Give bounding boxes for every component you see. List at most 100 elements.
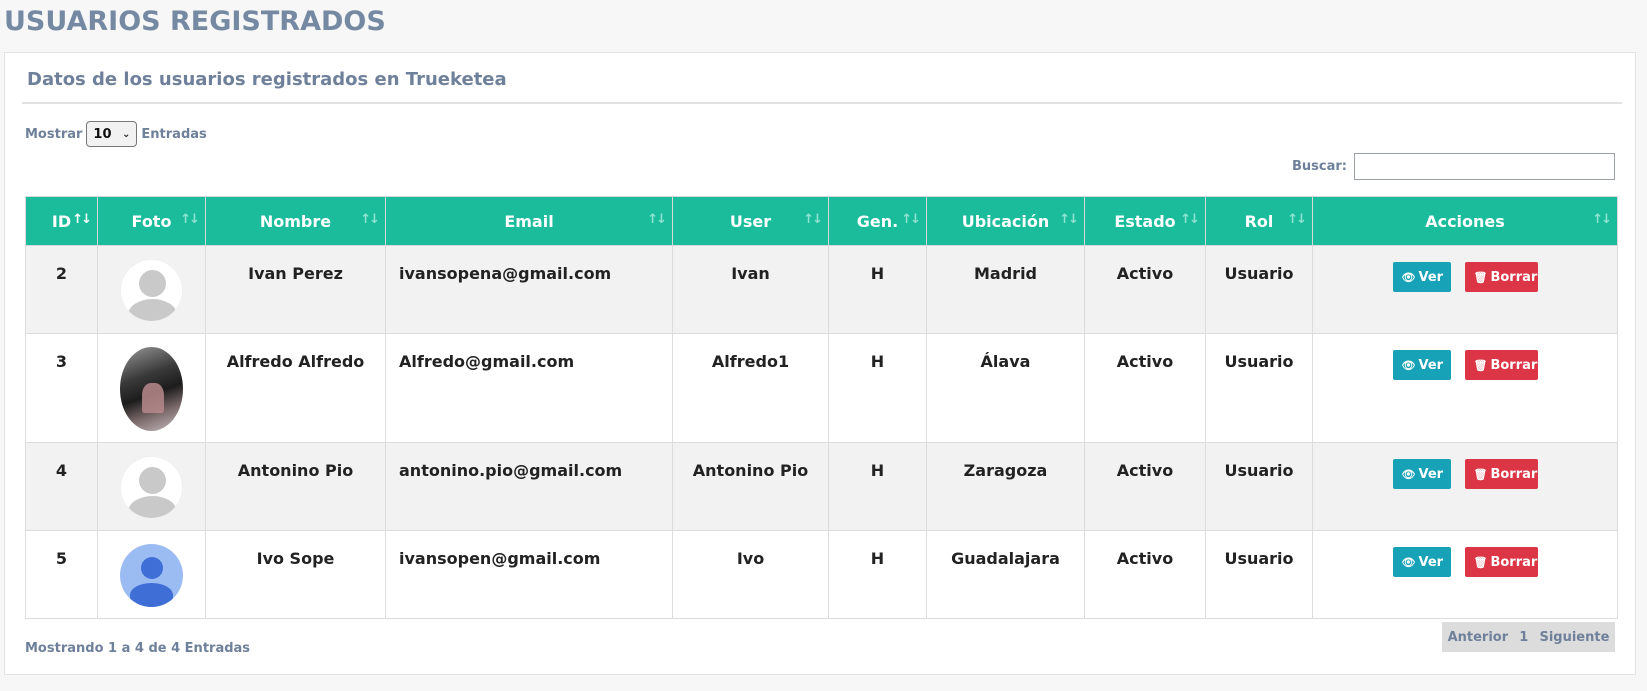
- delete-button-label: Borrar: [1490, 554, 1538, 570]
- cell-rol: Usuario: [1205, 530, 1313, 619]
- table-header-row: ID ↑↓ Foto ↑↓ Nombre ↑↓ Email ↑↓ User ↑↓ Gen. ↑↓ Ubi…: [25, 196, 1618, 246]
- cell-nombre: Ivan Perez: [205, 245, 386, 334]
- entries-select[interactable]: 10 ⌄: [86, 121, 138, 147]
- cell-email: ivansopen@gmail.com: [385, 530, 673, 619]
- sort-icon[interactable]: ↑↓: [360, 212, 380, 227]
- column-header-label: Rol: [1244, 211, 1274, 231]
- avatar: [120, 544, 183, 607]
- chevron-down-icon: ⌄: [122, 128, 131, 140]
- cell-estado: Activo: [1084, 245, 1206, 334]
- pagination: Anterior 1 Siguiente: [1442, 622, 1615, 652]
- delete-button-label: Borrar: [1490, 269, 1538, 285]
- cell-user: Antonino Pio: [672, 442, 829, 531]
- view-button-label: Ver: [1418, 357, 1444, 373]
- sort-icon[interactable]: ↑↓: [1592, 212, 1612, 227]
- cell-id: 2: [25, 245, 98, 334]
- view-button[interactable]: 👁 Ver: [1392, 459, 1451, 489]
- row-actions: 👁 Ver 🗑 Borrar: [1313, 547, 1617, 577]
- card-title: Datos de los usuarios registrados en Tru…: [27, 69, 507, 90]
- pagination-page-1[interactable]: 1: [1519, 630, 1528, 645]
- column-header-label: Gen.: [856, 211, 899, 231]
- cell-rol: Usuario: [1205, 442, 1313, 531]
- view-button[interactable]: 👁 Ver: [1392, 547, 1451, 577]
- sort-icon[interactable]: ↑↓: [901, 212, 921, 227]
- delete-button-label: Borrar: [1490, 466, 1538, 482]
- view-button-label: Ver: [1418, 554, 1444, 570]
- column-header[interactable]: ID ↑↓: [25, 196, 98, 246]
- sort-icon[interactable]: ↑↓: [1180, 212, 1200, 227]
- column-header-label: ID: [51, 211, 72, 231]
- cell-ubicacion: Madrid: [926, 245, 1085, 334]
- divider: [22, 102, 1622, 104]
- cell-estado: Activo: [1084, 442, 1206, 531]
- column-header[interactable]: User ↑↓: [672, 196, 829, 246]
- column-header-label: Foto: [131, 211, 172, 231]
- sort-icon[interactable]: ↑↓: [180, 212, 200, 227]
- avatar-head: [139, 467, 166, 494]
- sort-icon[interactable]: ↑↓: [647, 212, 667, 227]
- column-header[interactable]: Rol ↑↓: [1205, 196, 1313, 246]
- column-header[interactable]: Gen. ↑↓: [828, 196, 927, 246]
- delete-button[interactable]: 🗑 Borrar: [1464, 262, 1538, 292]
- cell-rol: Usuario: [1205, 245, 1313, 334]
- row-actions: 👁 Ver 🗑 Borrar: [1313, 459, 1617, 489]
- cell-email: antonino.pio@gmail.com: [385, 442, 673, 531]
- eye-icon: 👁: [1401, 270, 1416, 284]
- cell-nombre: Ivo Sope: [205, 530, 386, 619]
- column-header[interactable]: Acciones ↑↓: [1312, 196, 1618, 246]
- cell-email: ivansopena@gmail.com: [385, 245, 673, 334]
- table-row: 3 Alfredo Alfredo Alfredo@gmail.com Alfredo…: [25, 333, 1618, 443]
- pagination-previous[interactable]: Anterior: [1448, 630, 1509, 645]
- sort-icon[interactable]: ↑↓: [803, 212, 823, 227]
- users-table: ID ↑↓ Foto ↑↓ Nombre ↑↓ Email ↑↓ User ↑↓ Gen. ↑↓ Ubi…: [25, 196, 1618, 619]
- table-row: 2 Ivan Perez ivansopena@gmail.com Ivan H Madr…: [25, 245, 1618, 334]
- column-header[interactable]: Foto ↑↓: [97, 196, 206, 246]
- search-input[interactable]: [1354, 153, 1615, 180]
- avatar-body: [130, 583, 173, 607]
- column-header-label: User: [729, 211, 772, 231]
- eye-icon: 👁: [1401, 555, 1416, 569]
- entries-select-value: 10: [93, 126, 112, 142]
- view-button-label: Ver: [1418, 269, 1444, 285]
- column-header[interactable]: Nombre ↑↓: [205, 196, 386, 246]
- column-header-label: Acciones: [1425, 211, 1505, 231]
- entries-length-control: Mostrar 10 ⌄ Entradas: [25, 121, 207, 147]
- delete-button[interactable]: 🗑 Borrar: [1464, 547, 1538, 577]
- cell-email: Alfredo@gmail.com: [385, 333, 673, 443]
- cell-nombre: Alfredo Alfredo: [205, 333, 386, 443]
- cell-gen: H: [828, 333, 927, 443]
- cell-user: Alfredo1: [672, 333, 829, 443]
- cell-acciones: 👁 Ver 🗑 Borrar: [1312, 442, 1618, 531]
- trash-icon: 🗑: [1473, 270, 1488, 284]
- sort-icon[interactable]: ↑↓: [1059, 212, 1079, 227]
- sort-icon[interactable]: ↑↓: [1287, 212, 1307, 227]
- avatar: [120, 347, 183, 431]
- cell-acciones: 👁 Ver 🗑 Borrar: [1312, 333, 1618, 443]
- cell-rol: Usuario: [1205, 333, 1313, 443]
- delete-button[interactable]: 🗑 Borrar: [1464, 350, 1538, 380]
- pagination-next[interactable]: Siguiente: [1539, 630, 1609, 645]
- column-header[interactable]: Ubicación ↑↓: [926, 196, 1085, 246]
- cell-ubicacion: Álava: [926, 333, 1085, 443]
- row-actions: 👁 Ver 🗑 Borrar: [1313, 262, 1617, 292]
- cell-acciones: 👁 Ver 🗑 Borrar: [1312, 530, 1618, 619]
- users-card: Datos de los usuarios registrados en Tru…: [4, 52, 1636, 675]
- view-button[interactable]: 👁 Ver: [1392, 262, 1451, 292]
- table-row: 5 Ivo Sope ivansopen@gmail.com Ivo H Guadalaj…: [25, 530, 1618, 619]
- cell-id: 4: [25, 442, 98, 531]
- view-button[interactable]: 👁 Ver: [1392, 350, 1451, 380]
- cell-gen: H: [828, 442, 927, 531]
- sort-icon[interactable]: ↑↓: [72, 212, 92, 227]
- cell-foto: [97, 442, 206, 531]
- delete-button[interactable]: 🗑 Borrar: [1464, 459, 1538, 489]
- cell-ubicacion: Zaragoza: [926, 442, 1085, 531]
- table-row: 4 Antonino Pio antonino.pio@gmail.com Anton…: [25, 442, 1618, 531]
- column-header[interactable]: Estado ↑↓: [1084, 196, 1206, 246]
- column-header[interactable]: Email ↑↓: [385, 196, 673, 246]
- photo-figure: [142, 383, 164, 413]
- row-actions: 👁 Ver 🗑 Borrar: [1313, 350, 1617, 380]
- search-control: Buscar:: [1292, 153, 1615, 180]
- column-header-label: Ubicación: [961, 211, 1050, 231]
- cell-user: Ivo: [672, 530, 829, 619]
- view-button-label: Ver: [1418, 466, 1444, 482]
